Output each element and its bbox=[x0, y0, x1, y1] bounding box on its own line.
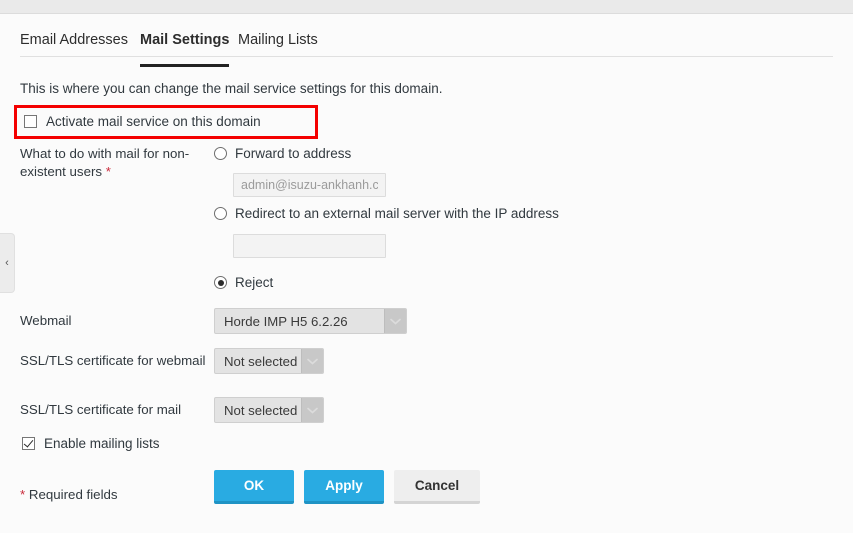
checkbox-icon[interactable] bbox=[24, 115, 37, 128]
chevron-down-icon[interactable] bbox=[384, 309, 406, 333]
page-content: Email Addresses Mail Settings Mailing Li… bbox=[0, 15, 853, 533]
chevron-left-icon: ‹ bbox=[5, 256, 9, 269]
sidebar-collapse-handle[interactable]: ‹ bbox=[0, 233, 15, 293]
required-asterisk: * bbox=[105, 164, 111, 179]
tab-email-addresses[interactable]: Email Addresses bbox=[20, 26, 128, 58]
ssl-webmail-select-wrap: Not selected bbox=[214, 348, 324, 374]
ssl-mail-select[interactable]: Not selected bbox=[214, 397, 324, 423]
required-fields-note: * Required fields bbox=[20, 487, 118, 502]
checkbox-icon[interactable] bbox=[22, 437, 35, 450]
activate-mail-service-checkbox[interactable]: Activate mail service on this domain bbox=[24, 114, 261, 129]
forward-address-input[interactable] bbox=[233, 173, 386, 197]
redirect-ip-input[interactable] bbox=[233, 234, 386, 258]
chevron-down-icon[interactable] bbox=[301, 398, 323, 422]
radio-forward-label: Forward to address bbox=[235, 146, 352, 161]
ssl-mail-select-value: Not selected bbox=[224, 402, 298, 418]
radio-redirect-external[interactable]: Redirect to an external mail server with… bbox=[214, 206, 559, 221]
radio-icon[interactable] bbox=[214, 147, 227, 160]
activate-mail-service-label: Activate mail service on this domain bbox=[46, 114, 261, 129]
ok-button[interactable]: OK bbox=[214, 470, 294, 504]
ssl-mail-select-wrap: Not selected bbox=[214, 397, 324, 423]
apply-button[interactable]: Apply bbox=[304, 470, 384, 504]
ssl-mail-label: SSL/TLS certificate for mail bbox=[20, 402, 182, 417]
enable-mailing-lists-label: Enable mailing lists bbox=[44, 436, 160, 451]
webmail-select-wrap: Horde IMP H5 6.2.26 bbox=[214, 308, 407, 334]
webmail-label: Webmail bbox=[20, 313, 72, 328]
required-fields-text: Required fields bbox=[25, 487, 118, 502]
forward-address-field-wrap bbox=[233, 173, 386, 197]
radio-icon[interactable] bbox=[214, 276, 227, 289]
tab-mail-settings[interactable]: Mail Settings bbox=[140, 26, 230, 67]
redirect-ip-field-wrap bbox=[233, 234, 386, 258]
ssl-webmail-label: SSL/TLS certificate for webmail bbox=[20, 353, 206, 368]
browser-chrome-strip bbox=[0, 0, 853, 14]
enable-mailing-lists-checkbox[interactable]: Enable mailing lists bbox=[22, 436, 160, 451]
cancel-button[interactable]: Cancel bbox=[394, 470, 480, 504]
radio-forward-to-address[interactable]: Forward to address bbox=[214, 146, 351, 161]
nonexistent-users-label: What to do with mail for non-existent us… bbox=[20, 146, 190, 179]
ssl-webmail-select[interactable]: Not selected bbox=[214, 348, 324, 374]
radio-icon[interactable] bbox=[214, 207, 227, 220]
webmail-select[interactable]: Horde IMP H5 6.2.26 bbox=[214, 308, 407, 334]
radio-redirect-label: Redirect to an external mail server with… bbox=[235, 206, 559, 221]
ssl-webmail-select-value: Not selected bbox=[224, 353, 298, 369]
webmail-select-value: Horde IMP H5 6.2.26 bbox=[224, 313, 348, 329]
radio-reject-label: Reject bbox=[235, 275, 274, 290]
tab-mailing-lists[interactable]: Mailing Lists bbox=[238, 26, 318, 58]
chevron-down-icon[interactable] bbox=[301, 349, 323, 373]
page-description: This is where you can change the mail se… bbox=[20, 81, 443, 96]
radio-reject[interactable]: Reject bbox=[214, 275, 273, 290]
tab-bar-divider bbox=[20, 56, 833, 57]
